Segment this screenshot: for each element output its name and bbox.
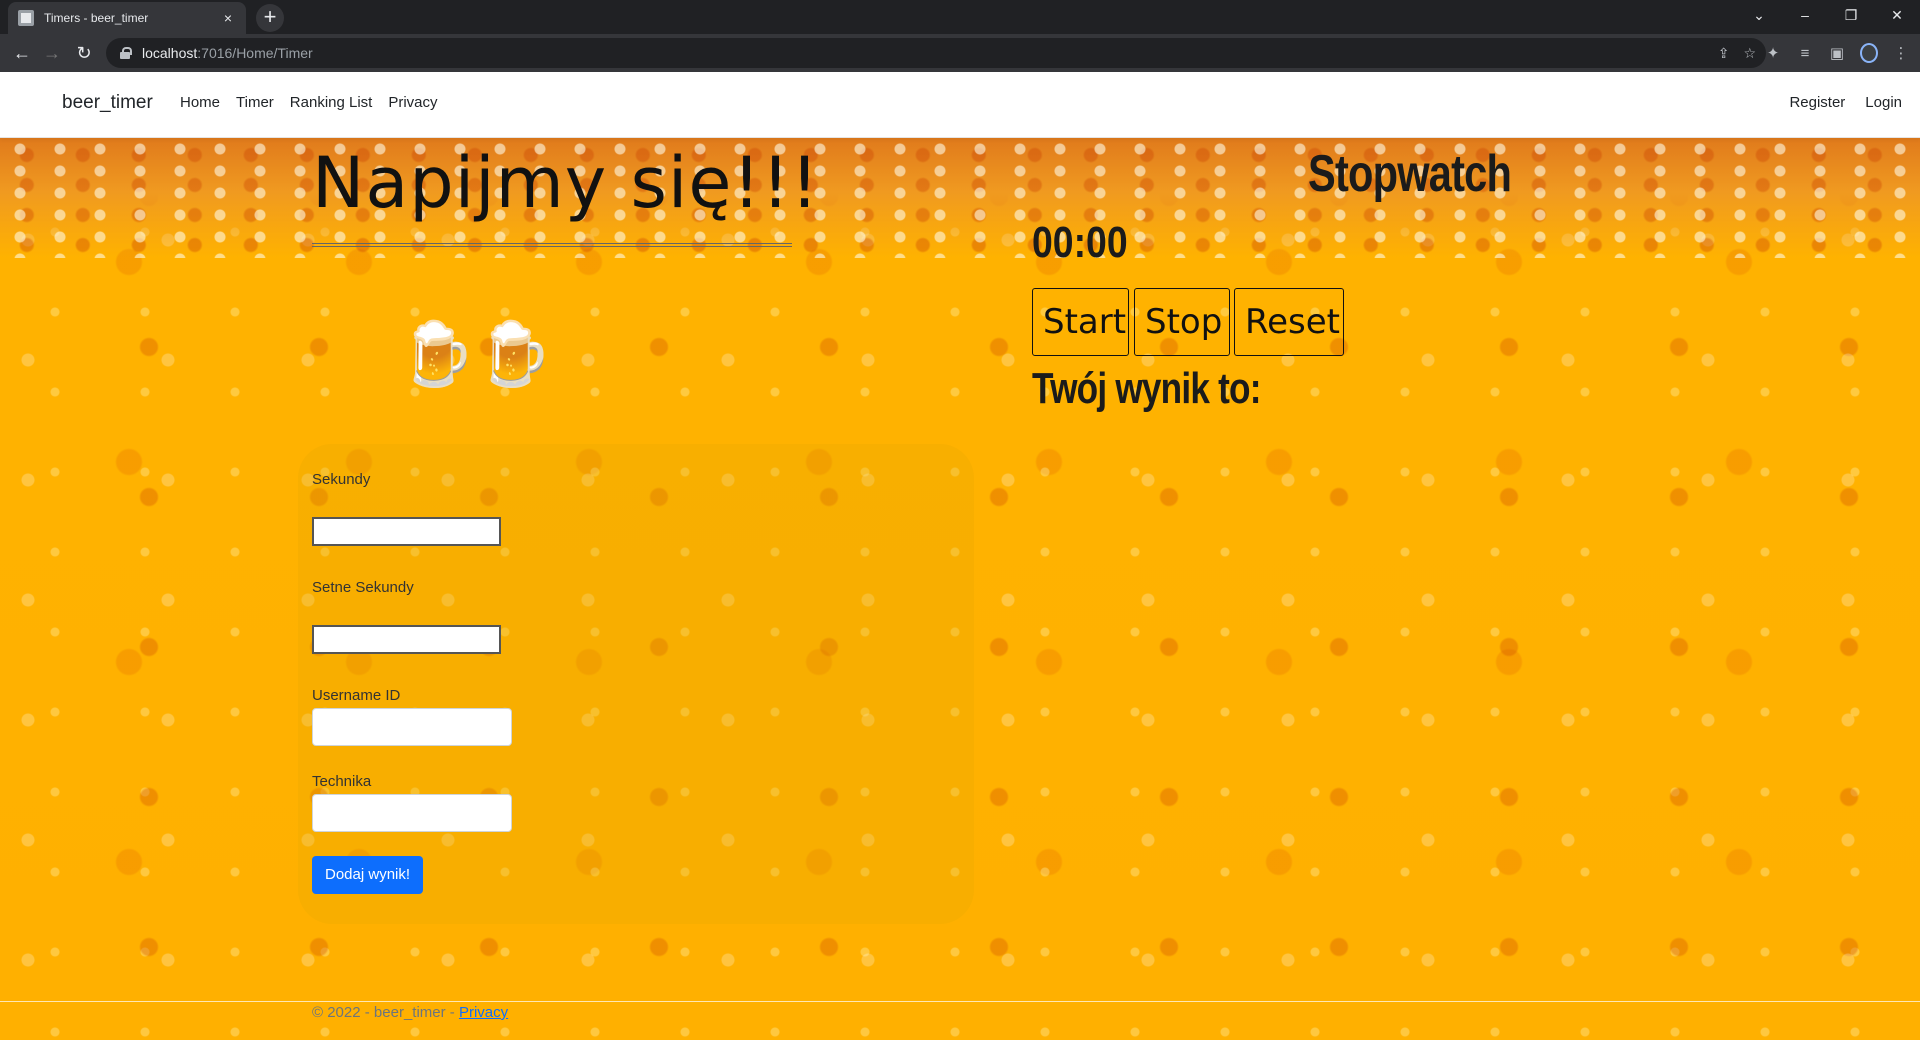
beer-mugs-icon: 🍺🍺 <box>398 320 553 389</box>
url-path: :7016/Home/Timer <box>197 45 313 61</box>
extension-icons: ✦ ≡ ▣ ⋮ <box>1764 39 1910 67</box>
page-title: Napijmy się!!! <box>312 142 820 224</box>
site-navbar: beer_timer Home Timer Ranking List Priva… <box>0 72 1920 138</box>
bookmark-star-icon[interactable]: ☆ <box>1743 45 1756 62</box>
new-tab-button[interactable]: + <box>256 4 284 32</box>
close-window-icon[interactable]: ✕ <box>1874 0 1920 30</box>
browser-tab[interactable]: Timers - beer_timer × <box>8 2 246 34</box>
share-icon[interactable]: ⇪ <box>1718 45 1730 62</box>
add-result-button[interactable]: Dodaj wynik! <box>312 856 424 894</box>
footer-copyright: © 2022 - beer_timer - <box>312 1004 459 1021</box>
seconds-input[interactable] <box>312 517 501 546</box>
forward-arrow-icon[interactable]: → <box>38 39 66 67</box>
footer-divider <box>0 1001 1920 1002</box>
site-footer: © 2022 - beer_timer - Privacy <box>312 1004 508 1021</box>
nav-link-privacy[interactable]: Privacy <box>388 94 437 111</box>
title-divider <box>312 243 792 247</box>
hundredths-input[interactable] <box>312 625 501 654</box>
page-favicon-icon <box>18 10 34 26</box>
site-brand[interactable]: beer_timer <box>62 92 153 114</box>
stopwatch-display: 00:00 <box>1032 218 1128 267</box>
nav-link-ranking-list[interactable]: Ranking List <box>290 94 373 111</box>
result-form-panel <box>298 444 974 924</box>
nav-links: Home Timer Ranking List Privacy <box>180 94 438 111</box>
minimize-icon[interactable]: – <box>1782 0 1828 30</box>
omnibox-actions: ⇪ ☆ <box>1718 38 1756 68</box>
start-button[interactable]: Start <box>1032 288 1129 356</box>
menu-kebab-icon[interactable]: ⋮ <box>1892 44 1910 62</box>
close-tab-icon[interactable]: × <box>220 10 236 26</box>
nav-link-home[interactable]: Home <box>180 94 220 111</box>
beer-foam-background <box>0 138 1920 258</box>
back-arrow-icon[interactable]: ← <box>8 39 36 67</box>
stopwatch-title: Stopwatch <box>1308 145 1512 203</box>
login-link[interactable]: Login <box>1865 94 1902 111</box>
hundredths-label: Setne Sekundy <box>312 579 414 596</box>
address-bar[interactable]: localhost:7016/Home/Timer ⇪ ☆ <box>106 38 1766 68</box>
auth-links: Register Login <box>1789 94 1902 111</box>
extensions-puzzle-icon[interactable]: ✦ <box>1764 44 1782 62</box>
lock-icon[interactable] <box>120 47 132 59</box>
profile-avatar[interactable] <box>1860 43 1878 63</box>
footer-privacy-link[interactable]: Privacy <box>459 1004 508 1021</box>
seconds-label: Sekundy <box>312 471 371 488</box>
tab-search-icon[interactable]: ⌄ <box>1736 0 1782 30</box>
technique-input[interactable] <box>312 794 512 832</box>
reset-button[interactable]: Reset <box>1234 288 1344 356</box>
username-label: Username ID <box>312 687 401 704</box>
url-host: localhost <box>142 45 198 61</box>
side-panel-icon[interactable]: ▣ <box>1828 44 1846 62</box>
your-result-label: Twój wynik to: <box>1032 364 1261 413</box>
stop-button[interactable]: Stop <box>1134 288 1230 356</box>
technique-label: Technika <box>312 773 372 790</box>
window-controls: ⌄ – ❐ ✕ <box>1736 0 1920 34</box>
tab-title: Timers - beer_timer <box>44 11 149 25</box>
restore-icon[interactable]: ❐ <box>1828 0 1874 30</box>
nav-link-timer[interactable]: Timer <box>236 94 274 111</box>
browser-toolbar: ← → ↻ localhost:7016/Home/Timer ⇪ ☆ ✦ ≡ … <box>0 34 1920 72</box>
page-viewport: beer_timer Home Timer Ranking List Priva… <box>0 72 1920 1040</box>
register-link[interactable]: Register <box>1789 94 1845 111</box>
reload-icon[interactable]: ↻ <box>70 39 98 67</box>
browser-tabstrip: Timers - beer_timer × + ⌄ – ❐ ✕ <box>0 0 1920 34</box>
username-id-input[interactable] <box>312 708 512 746</box>
reading-list-icon[interactable]: ≡ <box>1796 45 1814 62</box>
